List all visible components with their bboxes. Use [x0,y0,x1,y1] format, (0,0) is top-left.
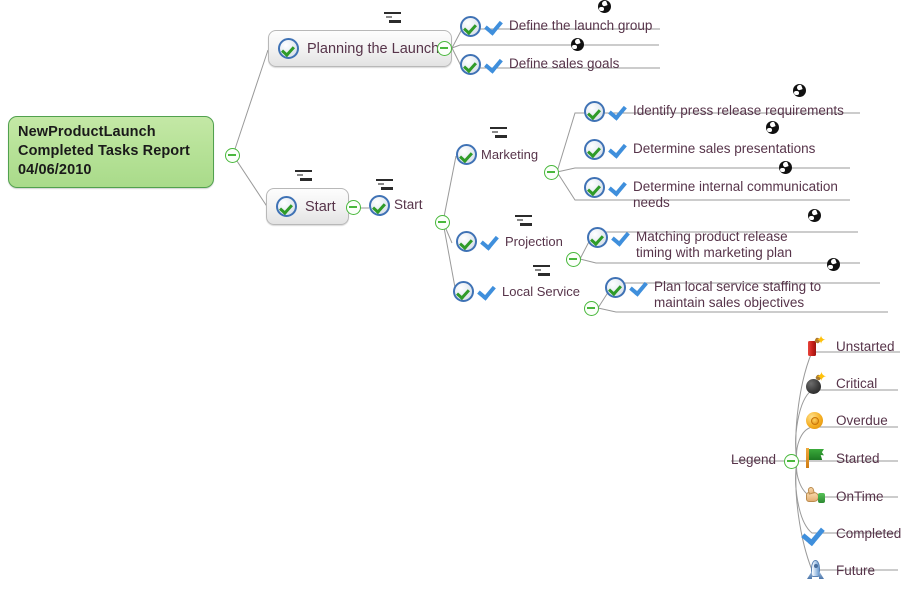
completed-check-icon [609,101,629,121]
completed-check-ring-icon [605,277,626,298]
completed-check-icon [630,277,650,297]
root-line-1: NewProductLaunch [18,124,156,140]
completed-check-icon [609,139,629,159]
node-identify-press-release-requirements[interactable]: Identify press release requirements [584,101,844,122]
legend-item-critical[interactable]: ✦ Critical [803,370,878,395]
progress-marker-icon [808,209,821,222]
node-label: Local Service [502,284,581,299]
legend-item-label: OnTime [836,488,884,504]
node-label: Marketing [481,147,539,162]
progress-marker-icon [571,38,584,51]
completed-check-ring-icon [584,101,605,122]
collapse-button-start-boxed[interactable] [346,200,361,215]
legend-item-label: Future [836,562,876,578]
node-label: Start [305,198,336,215]
node-label: Determine internal communication needs [633,179,838,210]
node-determine-sales-presentations[interactable]: Determine sales presentations [584,139,815,160]
node-label: Identify press release requirements [633,103,844,118]
completed-check-ring-icon [460,54,481,75]
progress-marker-icon [766,121,779,134]
legend-item-label: Unstarted [836,338,895,354]
node-label: Planning the Launch [307,40,440,57]
mindmap-canvas: NewProductLaunch Completed Tasks Report … [0,0,906,593]
thumbs-up-icon [803,484,827,508]
legend-item-completed[interactable]: Completed [801,521,902,547]
completed-check-ring-icon [587,227,608,248]
collapse-button-local-service[interactable] [584,301,599,316]
node-label: Define the launch group [509,18,653,33]
notes-marker-start-box [295,170,312,181]
progress-marker-icon [779,161,792,174]
legend-item-future[interactable]: Future [803,558,875,582]
flag-icon [803,446,827,470]
node-marketing[interactable]: Marketing [456,144,538,165]
completed-check-icon [481,231,501,251]
notes-marker-marketing [490,127,507,138]
node-local-service[interactable]: Local Service [453,281,580,302]
completed-check-ring-icon [456,231,477,252]
legend-item-label: Started [836,450,880,466]
node-planning-the-launch[interactable]: Planning the Launch [268,30,453,67]
collapse-button-legend[interactable] [784,454,799,469]
progress-marker-icon [793,84,806,97]
coin-icon [803,408,827,432]
completed-check-icon [485,54,505,74]
rocket-icon [803,558,827,582]
bomb-icon: ✦ [803,370,827,395]
root-node[interactable]: NewProductLaunch Completed Tasks Report … [8,116,214,188]
node-define-the-launch-group[interactable]: Define the launch group [460,16,652,37]
completed-check-ring-icon [584,139,605,160]
node-plan-local-service-staffing[interactable]: Plan local service staffing to maintain … [605,277,853,311]
progress-marker-icon [827,258,840,271]
node-label: Define sales goals [509,56,620,71]
collapse-button-root[interactable] [225,148,240,163]
completed-check-ring-icon [453,281,474,302]
node-start-boxed[interactable]: Start [266,188,349,225]
collapse-button-marketing[interactable] [544,165,559,180]
completed-check-ring-icon [369,195,390,216]
root-line-2: Completed Tasks Report [18,143,190,159]
node-label: Determine sales presentations [633,141,816,156]
legend-item-overdue[interactable]: Overdue [803,408,888,432]
notes-marker-start-plain [376,179,393,190]
node-projection[interactable]: Projection [456,231,563,252]
completed-check-ring-icon [456,144,477,165]
legend-item-started[interactable]: Started [803,446,880,470]
completed-check-icon [612,227,632,247]
node-start-plain[interactable]: Start [369,195,423,216]
completed-check-icon [478,281,498,301]
completed-check-ring-icon [584,177,605,198]
collapse-button-planning[interactable] [437,41,452,56]
dynamite-icon: ✦ [803,334,827,358]
legend-item-ontime[interactable]: OnTime [803,484,884,508]
completed-check-ring-icon [276,196,297,217]
notes-marker-planning [384,12,401,23]
check-icon [801,521,827,547]
node-label: Start [394,197,423,212]
completed-check-icon [609,177,629,197]
collapse-button-start-plain[interactable] [435,215,450,230]
notes-marker-local-service [533,265,550,276]
node-label: Matching product release timing with mar… [636,229,793,260]
completed-check-ring-icon [278,38,299,59]
completed-check-icon [485,16,505,36]
completed-check-ring-icon [460,16,481,37]
legend-item-label: Overdue [836,412,888,428]
legend-title: Legend [731,452,777,467]
node-label: Projection [505,234,563,249]
node-determine-internal-communication-needs[interactable]: Determine internal communication needs [584,177,849,211]
legend-item-label: Critical [836,375,878,391]
progress-marker-icon [598,0,611,13]
notes-marker-projection [515,215,532,226]
node-matching-product-release-timing[interactable]: Matching product release timing with mar… [587,227,827,261]
legend-item-label: Completed [836,525,902,541]
collapse-button-projection[interactable] [566,252,581,267]
node-define-sales-goals[interactable]: Define sales goals [460,54,619,75]
root-line-3: 04/06/2010 [18,162,92,178]
node-label: Plan local service staffing to maintain … [654,279,822,310]
legend-item-unstarted[interactable]: ✦ Unstarted [803,334,895,358]
